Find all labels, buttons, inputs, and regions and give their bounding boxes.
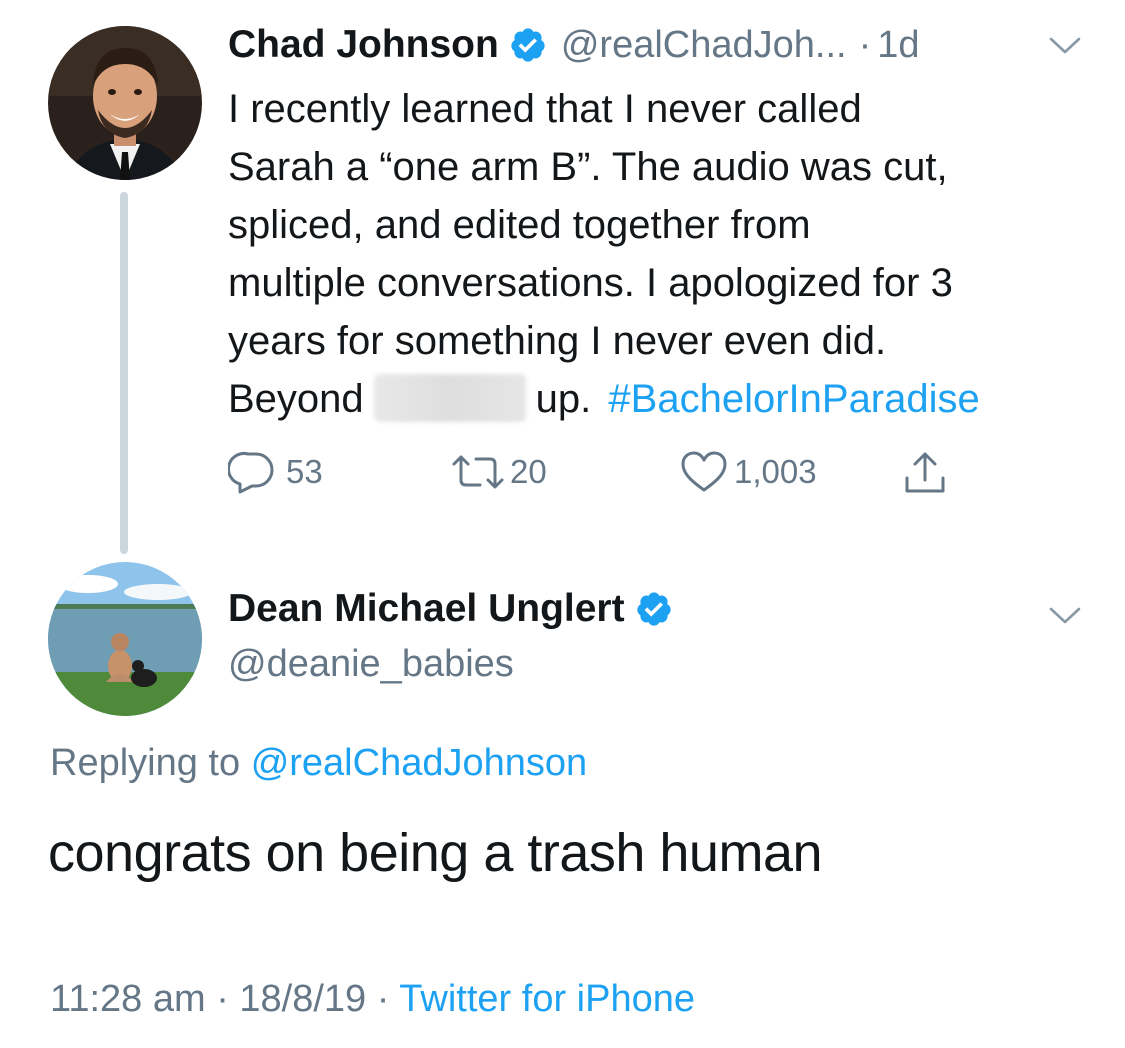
tweet-meta-footer: 11:28 am · 18/8/19 · Twitter for iPhone (50, 978, 695, 1021)
replying-to-line: Replying to @realChadJohnson (50, 742, 587, 785)
separator-dot: · (858, 23, 872, 66)
reply-count: 53 (286, 453, 323, 490)
verified-badge-icon (636, 592, 671, 626)
chevron-down-icon[interactable] (1048, 36, 1082, 56)
reply-text: congrats on being a trash human (48, 823, 823, 883)
chevron-down-icon[interactable] (1048, 606, 1082, 626)
share-button[interactable] (902, 450, 948, 496)
tweet-text-line: I recently learned that I never called (228, 87, 862, 131)
tweet-text-line: Sarah a “one arm B”. The audio was cut, (228, 145, 948, 189)
avatar-chad-johnson[interactable] (48, 26, 202, 180)
avatar-dean-unglert[interactable] (48, 562, 202, 716)
text-fragment: up. (535, 377, 592, 421)
author-handle[interactable]: @realChadJoh... (561, 24, 847, 67)
tweet-text-line: years for something I never even did. (228, 319, 887, 363)
text-fragment: Beyond (228, 377, 364, 421)
reply-author-handle[interactable]: @deanie_babies (228, 643, 514, 686)
replying-to-label: Replying to (50, 742, 241, 784)
hashtag-link[interactable]: #BachelorInParadise (608, 377, 979, 421)
tweet-source-link[interactable]: Twitter for iPhone (399, 978, 695, 1020)
tweet-actions-bar: 53 20 1,003 (228, 450, 968, 494)
separator-dot: · (376, 978, 390, 1020)
tweet-header: Chad Johnson @realChadJoh... · 1d (228, 20, 920, 70)
reply-icon (228, 451, 274, 494)
tweet-text-line: Beyond up. #BachelorInParadise (228, 370, 1098, 428)
tweet-text-line: multiple conversations. I apologized for… (228, 261, 953, 305)
tweet-text: I recently learned that I never called S… (228, 80, 1098, 428)
retweet-icon (452, 455, 504, 489)
thread-connector-line (120, 192, 128, 554)
share-icon (905, 452, 945, 493)
like-count: 1,003 (734, 453, 817, 490)
retweet-count: 20 (510, 453, 547, 490)
like-button[interactable]: 1,003 (680, 450, 817, 494)
replying-to-mention[interactable]: @realChadJohnson (251, 742, 587, 784)
reply-author-row: Dean Michael Unglert (228, 584, 687, 634)
author-name[interactable]: Chad Johnson (228, 23, 499, 67)
tweet-time[interactable]: 11:28 am (50, 978, 206, 1020)
censored-word-blur (373, 374, 526, 422)
reply-button[interactable]: 53 (228, 450, 323, 494)
reply-author-name[interactable]: Dean Michael Unglert (228, 587, 625, 631)
separator-dot: · (216, 978, 229, 1020)
tweet-text-line: spliced, and edited together from (228, 203, 811, 247)
tweet-date[interactable]: 18/8/19 (239, 978, 366, 1020)
reply-handle-row: @deanie_babies (228, 640, 514, 688)
verified-badge-icon (511, 28, 545, 62)
retweet-button[interactable]: 20 (450, 450, 547, 494)
like-icon (681, 451, 727, 492)
tweet-time-ago[interactable]: 1d (877, 24, 919, 67)
